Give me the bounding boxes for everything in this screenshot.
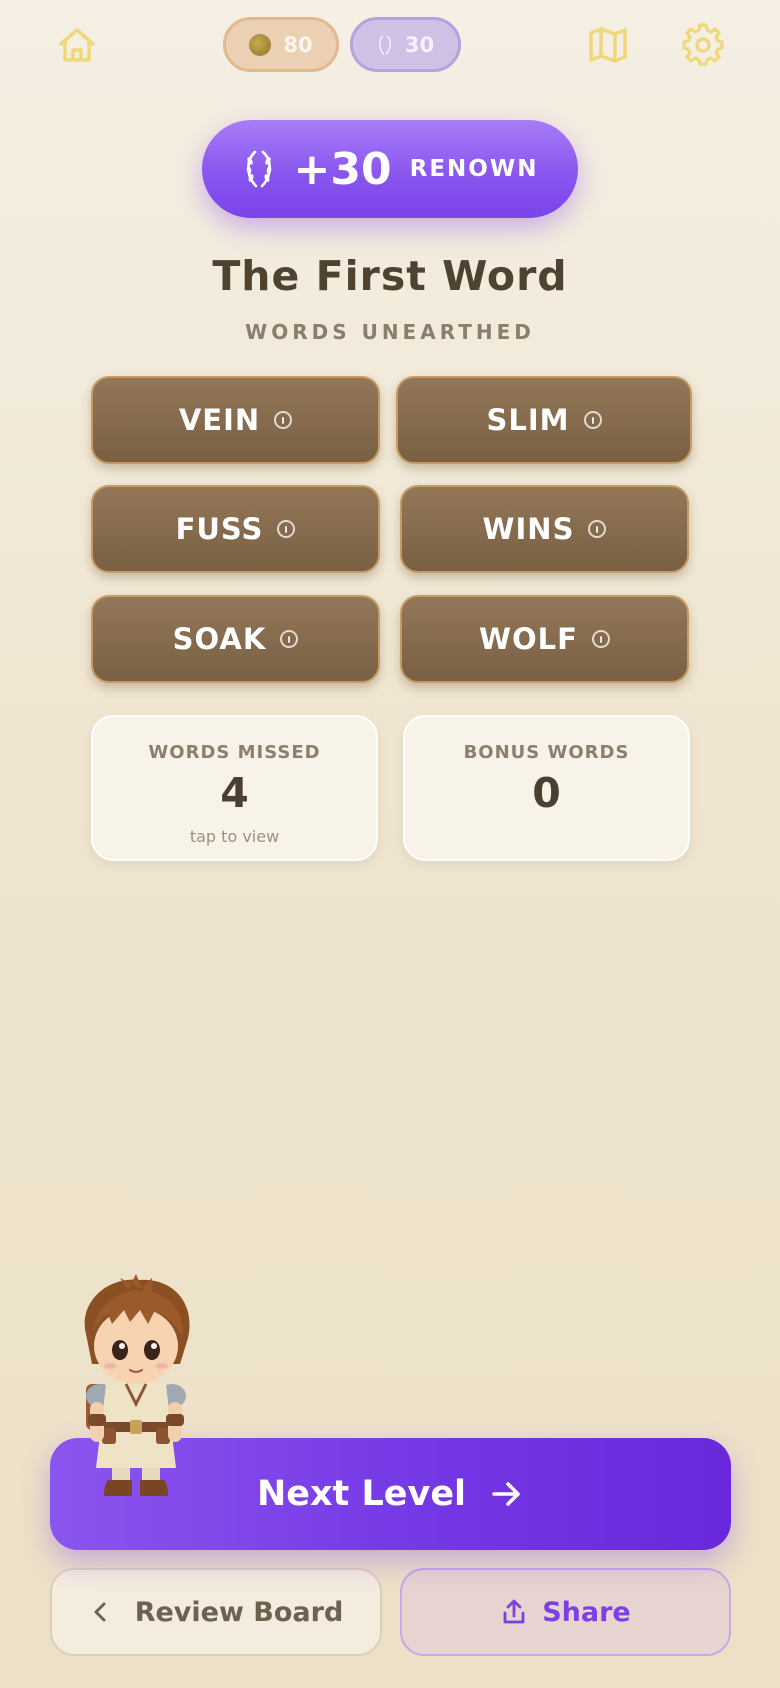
- stat-label: WORDS MISSED: [148, 742, 321, 763]
- coin-count: 80: [283, 32, 313, 57]
- word-text: WOLF: [479, 622, 578, 656]
- level-title: The First Word: [212, 252, 568, 300]
- level-subtitle: WORDS UNEARTHED: [245, 320, 535, 344]
- arrow-right-icon: [492, 1482, 520, 1506]
- word-text: FUSS: [175, 512, 264, 546]
- laurel-icon: [378, 34, 391, 55]
- home-icon: [59, 28, 95, 62]
- info-icon[interactable]: [583, 411, 602, 429]
- info-icon[interactable]: [274, 411, 293, 429]
- renown-reward-banner: +30 RENOWN: [202, 120, 578, 218]
- review-board-button[interactable]: Review Board: [50, 1568, 382, 1656]
- share-label: Share: [542, 1596, 631, 1628]
- chevron-left-icon: [94, 1602, 106, 1622]
- stat-value: 0: [532, 769, 561, 817]
- word-tile[interactable]: WOLF: [400, 595, 689, 683]
- word-text: VEIN: [178, 403, 261, 437]
- laurel-icon: [242, 147, 276, 191]
- info-icon[interactable]: [591, 630, 610, 648]
- gear-icon: [682, 23, 724, 66]
- info-icon[interactable]: [280, 630, 299, 648]
- word-text: SLIM: [486, 403, 570, 437]
- reward-label: RENOWN: [409, 156, 539, 182]
- top-bar: 80 30: [0, 0, 780, 95]
- stat-hint: tap to view: [189, 827, 280, 846]
- words-missed-card[interactable]: WORDS MISSED 4 tap to view: [91, 715, 378, 861]
- map-button[interactable]: [583, 20, 633, 70]
- coin-counter[interactable]: 80: [223, 17, 339, 72]
- reward-amount: +30: [293, 143, 392, 195]
- renown-count: 30: [404, 32, 435, 57]
- coin-icon: [249, 33, 272, 56]
- next-level-label: Next Level: [256, 1474, 467, 1514]
- map-icon: [589, 27, 627, 63]
- home-button[interactable]: [52, 20, 102, 70]
- word-tile[interactable]: VEIN: [91, 376, 380, 464]
- bonus-words-card: BONUS WORDS 0: [403, 715, 690, 861]
- info-icon[interactable]: [588, 520, 607, 538]
- renown-counter[interactable]: 30: [350, 17, 461, 72]
- review-board-label: Review Board: [134, 1596, 344, 1628]
- word-tile[interactable]: FUSS: [91, 485, 380, 573]
- share-icon: [503, 1599, 525, 1624]
- word-text: SOAK: [172, 622, 267, 656]
- info-icon[interactable]: [277, 520, 296, 538]
- stat-label: BONUS WORDS: [463, 742, 630, 763]
- stat-value: 4: [220, 769, 249, 817]
- word-tile[interactable]: SOAK: [91, 595, 380, 683]
- word-text: WINS: [482, 512, 575, 546]
- word-tile[interactable]: SLIM: [396, 376, 692, 464]
- explorer-character: [68, 1272, 204, 1502]
- word-tile[interactable]: WINS: [400, 485, 689, 573]
- settings-button[interactable]: [678, 20, 728, 70]
- share-button[interactable]: Share: [400, 1568, 731, 1656]
